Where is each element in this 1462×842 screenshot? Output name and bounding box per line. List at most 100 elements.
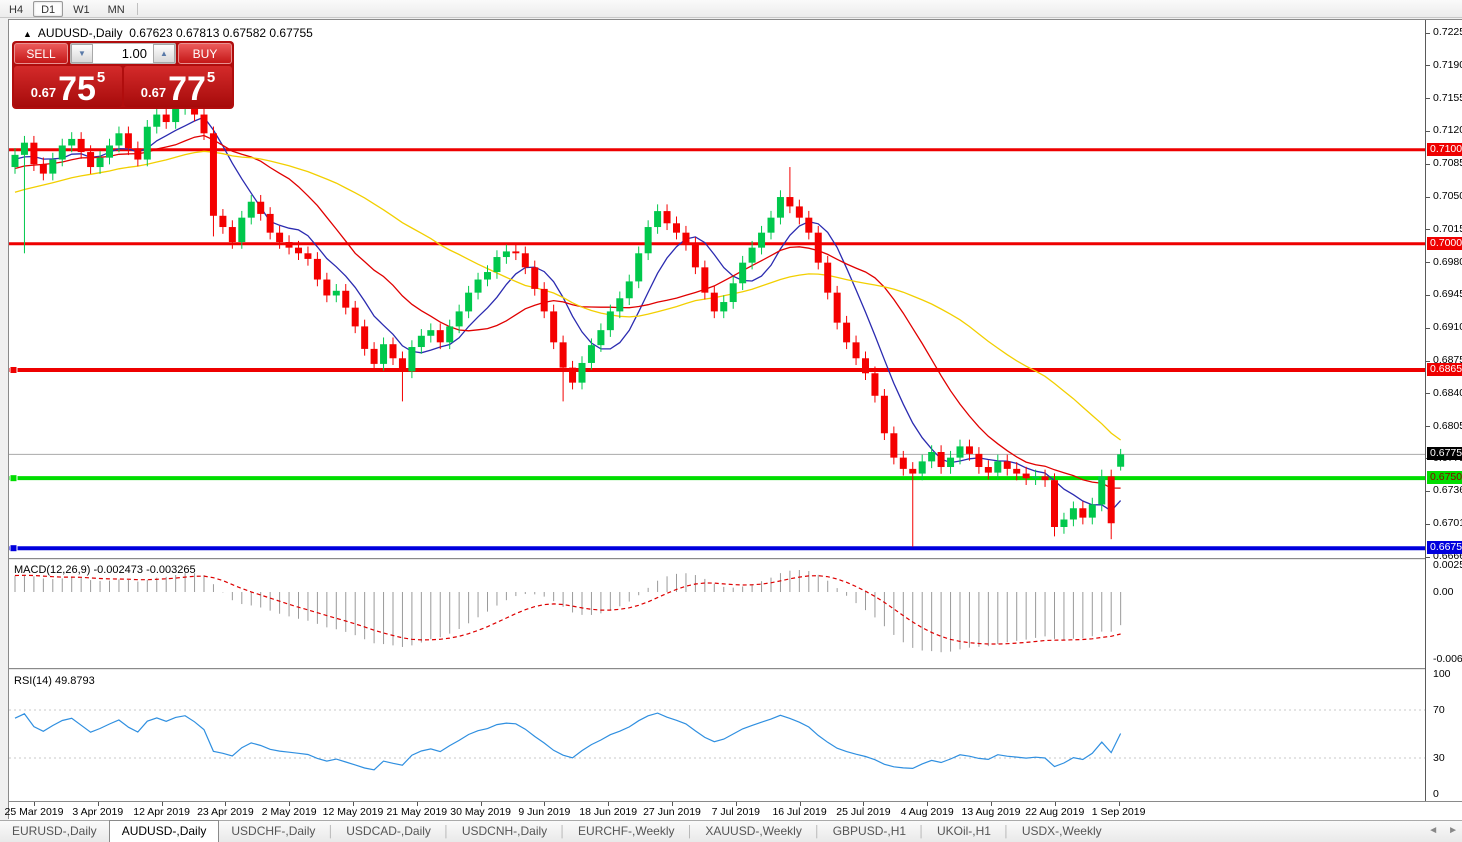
price-axis-tick-label: 0.71550	[1433, 92, 1462, 104]
buy-button[interactable]: BUY	[178, 43, 232, 64]
candle-body	[597, 330, 605, 346]
date-axis-label: 7 Jul 2019	[711, 806, 761, 818]
chart-tab-eurusd[interactable]: EURUSD-,Daily	[0, 822, 109, 842]
candle-body	[918, 461, 926, 474]
date-axis-label: 13 Aug 2019	[961, 806, 1021, 818]
candle-body	[975, 453, 983, 468]
candle-body	[673, 223, 680, 233]
line-drag-handle[interactable]	[9, 365, 18, 374]
candle-body	[965, 446, 973, 454]
price-tag: 0.71005	[1427, 143, 1462, 156]
candle-body	[124, 133, 132, 149]
candle-body	[654, 211, 662, 228]
candle-body	[96, 157, 104, 168]
chart-window: ▲ AUDUSD-,Daily 0.67623 0.67813 0.67582 0…	[5, 19, 1462, 820]
candle-body	[266, 213, 274, 233]
candle-body	[153, 114, 161, 127]
tab-separator: │	[813, 826, 821, 838]
price-axis-tick	[1426, 65, 1430, 66]
candle-body	[342, 290, 350, 308]
volume-increase-button[interactable]: ▲	[153, 44, 175, 63]
price-axis-tick-label: 0.69800	[1433, 256, 1462, 268]
candle-body	[569, 367, 577, 383]
candle-body	[625, 281, 633, 299]
date-axis[interactable]: 25 Mar 2019 3 Apr 2019 12 Apr 2019 23 Apr 2…	[5, 801, 1462, 820]
macd-indicator-panel[interactable]	[9, 561, 1425, 668]
candle-body	[106, 145, 113, 158]
price-tag: 0.70002	[1427, 237, 1462, 250]
candle-body	[635, 253, 643, 282]
candle-body	[1098, 476, 1106, 505]
rsi-indicator-panel[interactable]	[9, 672, 1425, 798]
sell-price-sup: 5	[96, 69, 106, 86]
candle-body	[238, 217, 246, 243]
tab-scroll-right-icon[interactable]: ►	[1448, 825, 1458, 836]
chart-tab-xauusd[interactable]: XAUUSD-,Weekly	[693, 822, 813, 842]
chart-tab-eurchf[interactable]: EURCHF-,Weekly	[566, 822, 686, 842]
timeframe-button-d1[interactable]: D1	[33, 0, 64, 17]
candle-body	[172, 107, 180, 123]
line-drag-handle[interactable]	[9, 544, 18, 553]
candle-body	[1088, 504, 1096, 518]
chart-tab-usdcnh[interactable]: USDCNH-,Daily	[450, 822, 559, 842]
price-axis[interactable]: 0.72250 0.71900 0.71550 0.71200 0.70850 0.705…	[1425, 20, 1462, 801]
candle-body	[20, 142, 28, 155]
candle-body	[351, 307, 359, 327]
candle-body	[446, 326, 454, 343]
candle-body	[304, 253, 312, 259]
chart-tab-gbpusd[interactable]: GBPUSD-,H1	[821, 822, 918, 842]
tab-separator: │	[327, 826, 335, 838]
candle-body	[257, 201, 265, 214]
candle-body	[1032, 476, 1040, 479]
candle-body	[502, 251, 510, 258]
date-axis-label: 3 Apr 2019	[72, 806, 124, 818]
candle-body	[899, 457, 907, 469]
candle-body	[776, 197, 784, 218]
timeframe-button-w1[interactable]: W1	[65, 1, 98, 17]
buy-price-big: 77	[168, 70, 206, 108]
buy-price-sup: 5	[206, 69, 216, 86]
tab-scroll-controls: ◄ ►	[1428, 825, 1458, 836]
date-axis-label: 23 Apr 2019	[197, 806, 254, 818]
sell-price-box[interactable]: 0.67 75 5	[14, 66, 122, 107]
candle-body	[474, 279, 482, 293]
chart-tab-usdcad[interactable]: USDCAD-,Daily	[334, 822, 443, 842]
chart-tab-usdx[interactable]: USDX-,Weekly	[1010, 822, 1114, 842]
candle-body	[540, 288, 548, 312]
candle-body	[313, 258, 321, 280]
timeframe-button-h4[interactable]: H4	[1, 1, 31, 17]
candle-body	[370, 348, 378, 364]
panel-separator[interactable]	[9, 668, 1425, 671]
tab-scroll-left-icon[interactable]: ◄	[1428, 825, 1438, 836]
chart-tab-ukoil[interactable]: UKOil-,H1	[925, 822, 1003, 842]
candle-body	[68, 138, 76, 146]
price-axis-tick-label: 0.69450	[1433, 288, 1462, 300]
candle-body	[465, 292, 473, 312]
chart-tab-audusd[interactable]: AUDUSD-,Daily	[108, 820, 220, 842]
candle-body	[691, 243, 699, 268]
sell-price-prefix: 0.67	[30, 85, 57, 100]
chart-collapse-icon[interactable]: ▲	[23, 29, 32, 39]
chart-tab-usdchf[interactable]: USDCHF-,Daily	[219, 822, 327, 842]
volume-decrease-button[interactable]: ▼	[71, 44, 93, 63]
date-axis-label: 1 Sep 2019	[1091, 806, 1146, 818]
timeframe-button-mn[interactable]: MN	[100, 1, 133, 17]
candle-body	[1060, 519, 1068, 528]
price-axis-tick	[1426, 426, 1430, 427]
candle-body	[39, 164, 47, 174]
buy-price-box[interactable]: 0.67 77 5	[124, 66, 232, 107]
candle-body	[550, 311, 558, 343]
line-drag-handle[interactable]	[9, 474, 18, 483]
volume-input[interactable]: 1.00	[93, 44, 153, 63]
candle-body	[824, 262, 832, 293]
date-axis-label: 12 May 2019	[322, 806, 384, 818]
candle-body	[710, 292, 718, 312]
candle-body	[578, 362, 586, 383]
date-axis-label: 18 Jun 2019	[579, 806, 638, 818]
candle-body	[786, 197, 794, 207]
candle-body	[1013, 468, 1021, 474]
tab-separator: │	[559, 826, 567, 838]
price-tag: 0.67755	[1427, 447, 1462, 460]
price-axis-tick	[1426, 131, 1430, 132]
sell-button[interactable]: SELL	[14, 43, 68, 64]
